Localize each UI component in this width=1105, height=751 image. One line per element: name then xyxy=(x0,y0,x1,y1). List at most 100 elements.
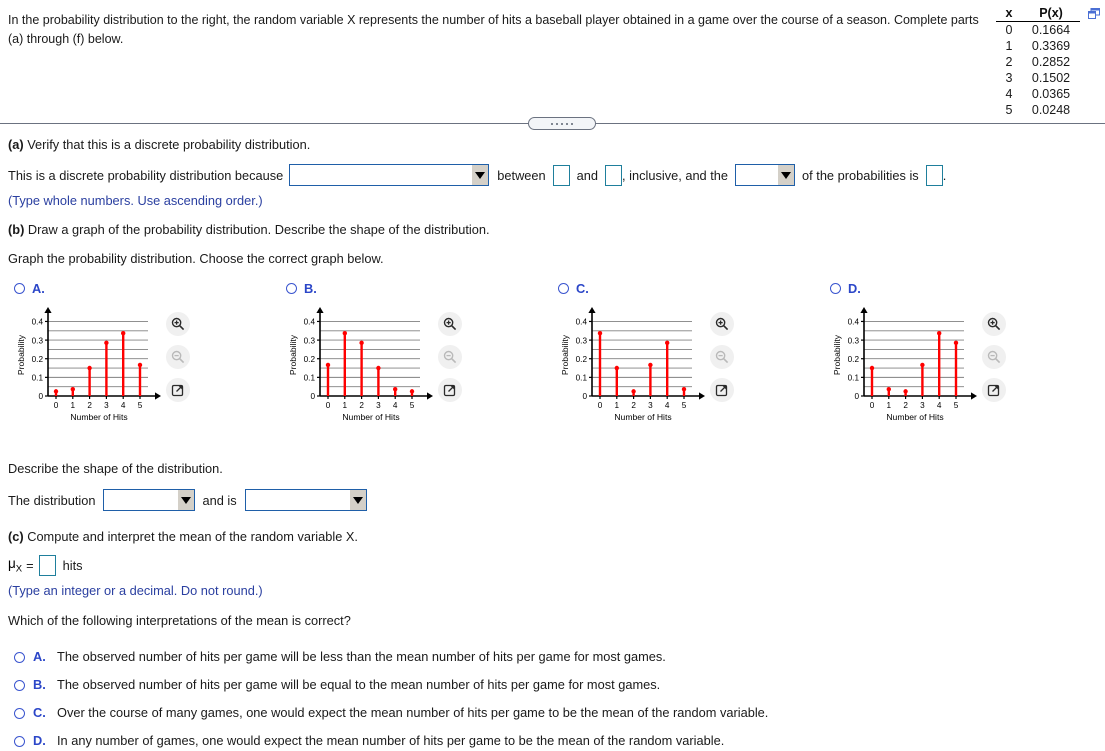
svg-text:0: 0 xyxy=(582,392,587,401)
interpretation-option-B[interactable]: B. The observed number of hits per game w… xyxy=(14,677,1094,692)
zoom-out-icon[interactable] xyxy=(982,345,1006,369)
radio-interpretation-D[interactable] xyxy=(14,736,25,747)
y-axis-label: Probability xyxy=(832,334,842,375)
svg-text:0.3: 0.3 xyxy=(304,336,316,345)
open-in-new-window-icon[interactable] xyxy=(166,378,190,402)
zoom-in-icon[interactable] xyxy=(710,312,734,336)
mean-answer-row: μX = hits xyxy=(8,555,83,576)
mean-value-input[interactable] xyxy=(38,555,56,576)
chart-B[interactable]: 0 0.1 0.2 0.3 0.4 0 1 2 3 4 5 Number of Hits Probabi… xyxy=(286,304,436,422)
mu-symbol: μX xyxy=(8,556,23,575)
period-label: . xyxy=(942,167,947,183)
radio-graph-C[interactable] xyxy=(558,283,569,294)
radio-interpretation-A[interactable] xyxy=(14,652,25,663)
interpretation-option-C[interactable]: C. Over the course of many games, one wou… xyxy=(14,705,1094,720)
open-in-new-window-icon[interactable] xyxy=(438,378,462,402)
cell-x: 2 xyxy=(1005,55,1013,69)
cell-x: 5 xyxy=(1005,103,1013,117)
lower-bound-input[interactable] xyxy=(552,164,570,186)
svg-text:0: 0 xyxy=(870,401,875,410)
open-in-new-window-icon[interactable] xyxy=(982,378,1006,402)
graph-choice-A[interactable]: A. 0 0.1 0.2 0.3 0.4 0 1 2 3 4 5 Number of Hits Proba… xyxy=(0,281,272,441)
svg-text:0.1: 0.1 xyxy=(32,374,44,383)
zoom-in-icon[interactable] xyxy=(438,312,462,336)
graph-choice-C[interactable]: C. 0 0.1 0.2 0.3 0.4 0 1 2 3 4 5 Number of Hits Proba… xyxy=(544,281,816,441)
graph-choice-group: A. 0 0.1 0.2 0.3 0.4 0 1 2 3 4 5 Number of Hits Proba… xyxy=(0,281,1105,441)
interpretation-option-group: A. The observed number of hits per game w… xyxy=(14,649,1094,748)
total-sum-input[interactable] xyxy=(925,164,943,186)
x-axis-label: Number of Hits xyxy=(614,412,671,422)
column-header-x: x xyxy=(996,6,1022,22)
option-text: In any number of games, one would expect… xyxy=(57,733,725,748)
svg-text:0.1: 0.1 xyxy=(576,374,588,383)
table-row: 5 0.0248 xyxy=(996,102,1080,118)
reason-dropdown[interactable] xyxy=(289,164,490,186)
svg-text:0: 0 xyxy=(326,401,331,410)
skew-dropdown[interactable] xyxy=(244,489,367,511)
option-letter: C. xyxy=(33,705,46,720)
svg-text:0.3: 0.3 xyxy=(576,336,588,345)
svg-text:0.3: 0.3 xyxy=(848,336,860,345)
chart-tools-D xyxy=(982,312,1006,402)
svg-text:0: 0 xyxy=(38,392,43,401)
svg-text:0.2: 0.2 xyxy=(848,355,860,364)
radio-interpretation-C[interactable] xyxy=(14,708,25,719)
splitter-handle[interactable] xyxy=(528,117,596,130)
radio-graph-D[interactable] xyxy=(830,283,841,294)
part-a-sentence-start: This is a discrete probability distribut… xyxy=(8,167,284,183)
svg-text:3: 3 xyxy=(920,401,925,410)
chart-D[interactable]: 0 0.1 0.2 0.3 0.4 0 1 2 3 4 5 Number of Hits Probabi… xyxy=(830,304,980,422)
cell-px: 0.2852 xyxy=(1031,55,1071,69)
mean-units-label: hits xyxy=(62,558,83,573)
of-probabilities-label: of the probabilities is xyxy=(802,167,919,183)
radio-interpretation-B[interactable] xyxy=(14,680,25,691)
chart-C[interactable]: 0 0.1 0.2 0.3 0.4 0 1 2 3 4 5 Number of Hits Probabi… xyxy=(558,304,708,422)
shape-dropdown[interactable] xyxy=(102,489,195,511)
svg-text:0.2: 0.2 xyxy=(576,355,588,364)
part-b-instruction: Graph the probability distribution. Choo… xyxy=(8,251,384,266)
svg-text:0.2: 0.2 xyxy=(32,355,44,364)
graph-choice-B[interactable]: B. 0 0.1 0.2 0.3 0.4 0 1 2 3 4 5 Number of Hits Proba… xyxy=(272,281,544,441)
interpretation-option-D[interactable]: D. In any number of games, one would expe… xyxy=(14,733,1094,748)
upper-bound-input[interactable] xyxy=(605,164,623,186)
graph-choice-label-C: C. xyxy=(576,281,589,296)
chart-tools-B xyxy=(438,312,462,402)
sum-dropdown[interactable] xyxy=(735,164,796,186)
popout-table-icon[interactable] xyxy=(1088,8,1100,19)
svg-text:5: 5 xyxy=(410,401,415,410)
zoom-out-icon[interactable] xyxy=(166,345,190,369)
zoom-in-icon[interactable] xyxy=(166,312,190,336)
option-letter: A. xyxy=(33,649,46,664)
chart-A[interactable]: 0 0.1 0.2 0.3 0.4 0 1 2 3 4 5 Number of Hits Probabi… xyxy=(14,304,164,422)
graph-choice-D[interactable]: D. 0 0.1 0.2 0.3 0.4 0 1 2 3 4 5 Number of Hits Proba… xyxy=(816,281,1088,441)
part-c-label: (c) xyxy=(8,529,24,544)
part-a-text: Verify that this is a discrete probabili… xyxy=(23,137,311,152)
graph-choice-label-A: A. xyxy=(32,281,45,296)
cell-x: 0 xyxy=(1005,23,1013,37)
panel-splitter[interactable] xyxy=(0,117,1105,131)
svg-text:0: 0 xyxy=(54,401,59,410)
radio-graph-B[interactable] xyxy=(286,283,297,294)
between-label: between xyxy=(497,167,546,183)
interpretation-question: Which of the following interpretations o… xyxy=(8,613,351,628)
svg-text:0: 0 xyxy=(854,392,859,401)
x-axis-label: Number of Hits xyxy=(70,412,127,422)
svg-text:5: 5 xyxy=(954,401,959,410)
chart-tools-C xyxy=(710,312,734,402)
graph-choice-header-D: D. xyxy=(816,281,1088,296)
x-axis-label: Number of Hits xyxy=(342,412,399,422)
zoom-out-icon[interactable] xyxy=(438,345,462,369)
option-text: The observed number of hits per game wil… xyxy=(57,649,666,664)
part-a-hint: (Type whole numbers. Use ascending order… xyxy=(8,193,263,208)
radio-graph-A[interactable] xyxy=(14,283,25,294)
chart-container-A: 0 0.1 0.2 0.3 0.4 0 1 2 3 4 5 Number of Hits Probabi… xyxy=(14,304,264,429)
zoom-out-icon[interactable] xyxy=(710,345,734,369)
chart-container-B: 0 0.1 0.2 0.3 0.4 0 1 2 3 4 5 Number of Hits Probabi… xyxy=(286,304,536,429)
svg-text:5: 5 xyxy=(682,401,687,410)
chart-container-D: 0 0.1 0.2 0.3 0.4 0 1 2 3 4 5 Number of Hits Probabi… xyxy=(830,304,1080,429)
graph-choice-header-A: A. xyxy=(0,281,272,296)
open-in-new-window-icon[interactable] xyxy=(710,378,734,402)
interpretation-option-A[interactable]: A. The observed number of hits per game w… xyxy=(14,649,1094,664)
zoom-in-icon[interactable] xyxy=(982,312,1006,336)
chevron-down-icon xyxy=(348,490,366,510)
